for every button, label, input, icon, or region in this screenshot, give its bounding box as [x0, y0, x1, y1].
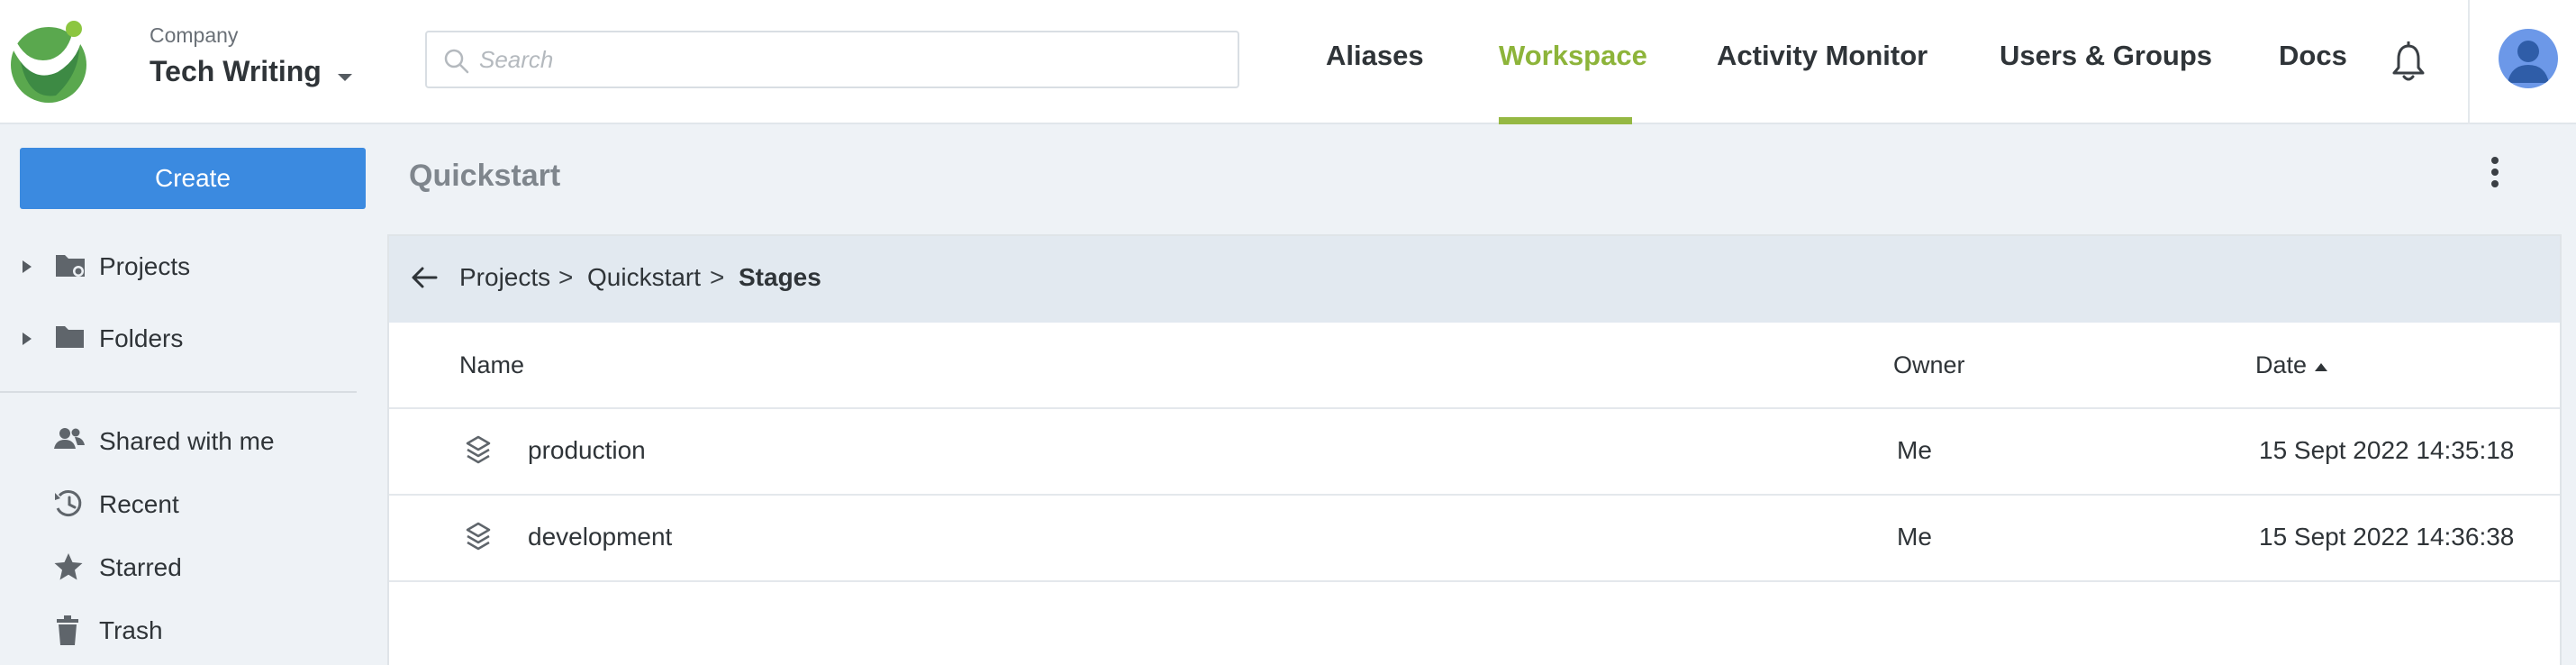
sidebar-divider — [0, 391, 357, 393]
column-header-date-label: Date — [2255, 351, 2308, 378]
sidebar-item-folders[interactable]: Folders — [0, 312, 387, 366]
sort-ascending-icon — [2315, 362, 2328, 371]
row-owner: Me — [1897, 523, 1932, 551]
nav-activity-monitor[interactable]: Activity Monitor — [1717, 40, 1927, 72]
breadcrumb-current: Stages — [739, 263, 821, 291]
stage-layers-icon — [466, 435, 491, 464]
user-avatar-icon[interactable] — [2499, 29, 2558, 88]
row-name[interactable]: development — [528, 523, 672, 551]
trash-icon — [57, 615, 78, 645]
breadcrumb-separator: > — [558, 263, 574, 291]
folder-icon — [56, 326, 84, 348]
breadcrumb-separator: > — [710, 263, 725, 291]
breadcrumb-projects[interactable]: Projects — [459, 263, 550, 292]
company-caption: Company — [150, 23, 239, 47]
sidebar-item-label: Shared with me — [99, 427, 275, 455]
top-header: Company Tech Writing Aliases Workspace A… — [0, 0, 2576, 124]
bell-icon[interactable] — [2390, 41, 2426, 83]
row-date: 15 Sept 2022 14:36:38 — [2259, 523, 2515, 551]
nav-users-groups[interactable]: Users & Groups — [2000, 40, 2212, 72]
row-date: 15 Sept 2022 14:35:18 — [2259, 436, 2515, 464]
stages-panel: Projects > Quickstart > Stages Name Owne… — [387, 234, 2562, 665]
company-switcher[interactable]: Company Tech Writing — [150, 23, 354, 88]
nav-aliases[interactable]: Aliases — [1326, 40, 1424, 72]
sidebar-item-label: Projects — [99, 252, 191, 280]
history-icon — [55, 490, 82, 517]
stage-layers-icon — [466, 522, 491, 551]
table-row[interactable]: development Me 15 Sept 2022 14:36:38 — [389, 496, 2560, 582]
company-name[interactable]: Tech Writing — [150, 55, 322, 88]
project-folder-icon — [56, 255, 85, 277]
nav-active-indicator — [1499, 117, 1632, 124]
shared-users-icon — [54, 428, 85, 449]
column-header-owner[interactable]: Owner — [1893, 351, 1965, 379]
expand-triangle-icon[interactable] — [22, 260, 32, 274]
row-name[interactable]: production — [528, 436, 646, 465]
header-divider — [2468, 0, 2470, 124]
sidebar-item-label: Starred — [99, 553, 182, 581]
table-header: Name Owner Date — [389, 323, 2560, 409]
page-title: Quickstart — [409, 159, 561, 193]
star-icon — [54, 553, 83, 580]
company-logo[interactable] — [5, 18, 92, 105]
nav-workspace[interactable]: Workspace — [1499, 40, 1647, 72]
sidebar-item-label: Recent — [99, 490, 179, 518]
breadcrumb: Projects > Quickstart > Stages — [389, 236, 2560, 323]
expand-triangle-icon[interactable] — [22, 332, 32, 346]
back-arrow-icon[interactable] — [411, 265, 438, 290]
sidebar: Create Projects Folders Shared with me R… — [0, 126, 387, 665]
create-button[interactable]: Create — [20, 148, 366, 209]
sidebar-item-projects[interactable]: Projects — [0, 240, 387, 294]
table-row[interactable]: production Me 15 Sept 2022 14:35:18 — [389, 409, 2560, 496]
caret-down-icon[interactable] — [336, 72, 354, 83]
column-header-name[interactable]: Name — [459, 351, 524, 379]
sidebar-item-starred[interactable]: Starred — [0, 541, 387, 595]
nav-docs[interactable]: Docs — [2279, 40, 2347, 72]
sidebar-item-trash[interactable]: Trash — [0, 604, 387, 658]
search-icon — [444, 49, 469, 74]
sidebar-item-label: Trash — [99, 616, 163, 644]
search-input[interactable] — [479, 41, 1218, 77]
sidebar-item-recent[interactable]: Recent — [0, 478, 387, 532]
sidebar-item-label: Folders — [99, 324, 184, 352]
row-owner: Me — [1897, 436, 1932, 464]
more-options-icon[interactable] — [2486, 157, 2504, 195]
breadcrumb-quickstart[interactable]: Quickstart — [587, 263, 701, 292]
sidebar-item-shared[interactable]: Shared with me — [0, 414, 387, 469]
search-box[interactable] — [425, 31, 1239, 88]
column-header-date[interactable]: Date — [2255, 351, 2328, 379]
